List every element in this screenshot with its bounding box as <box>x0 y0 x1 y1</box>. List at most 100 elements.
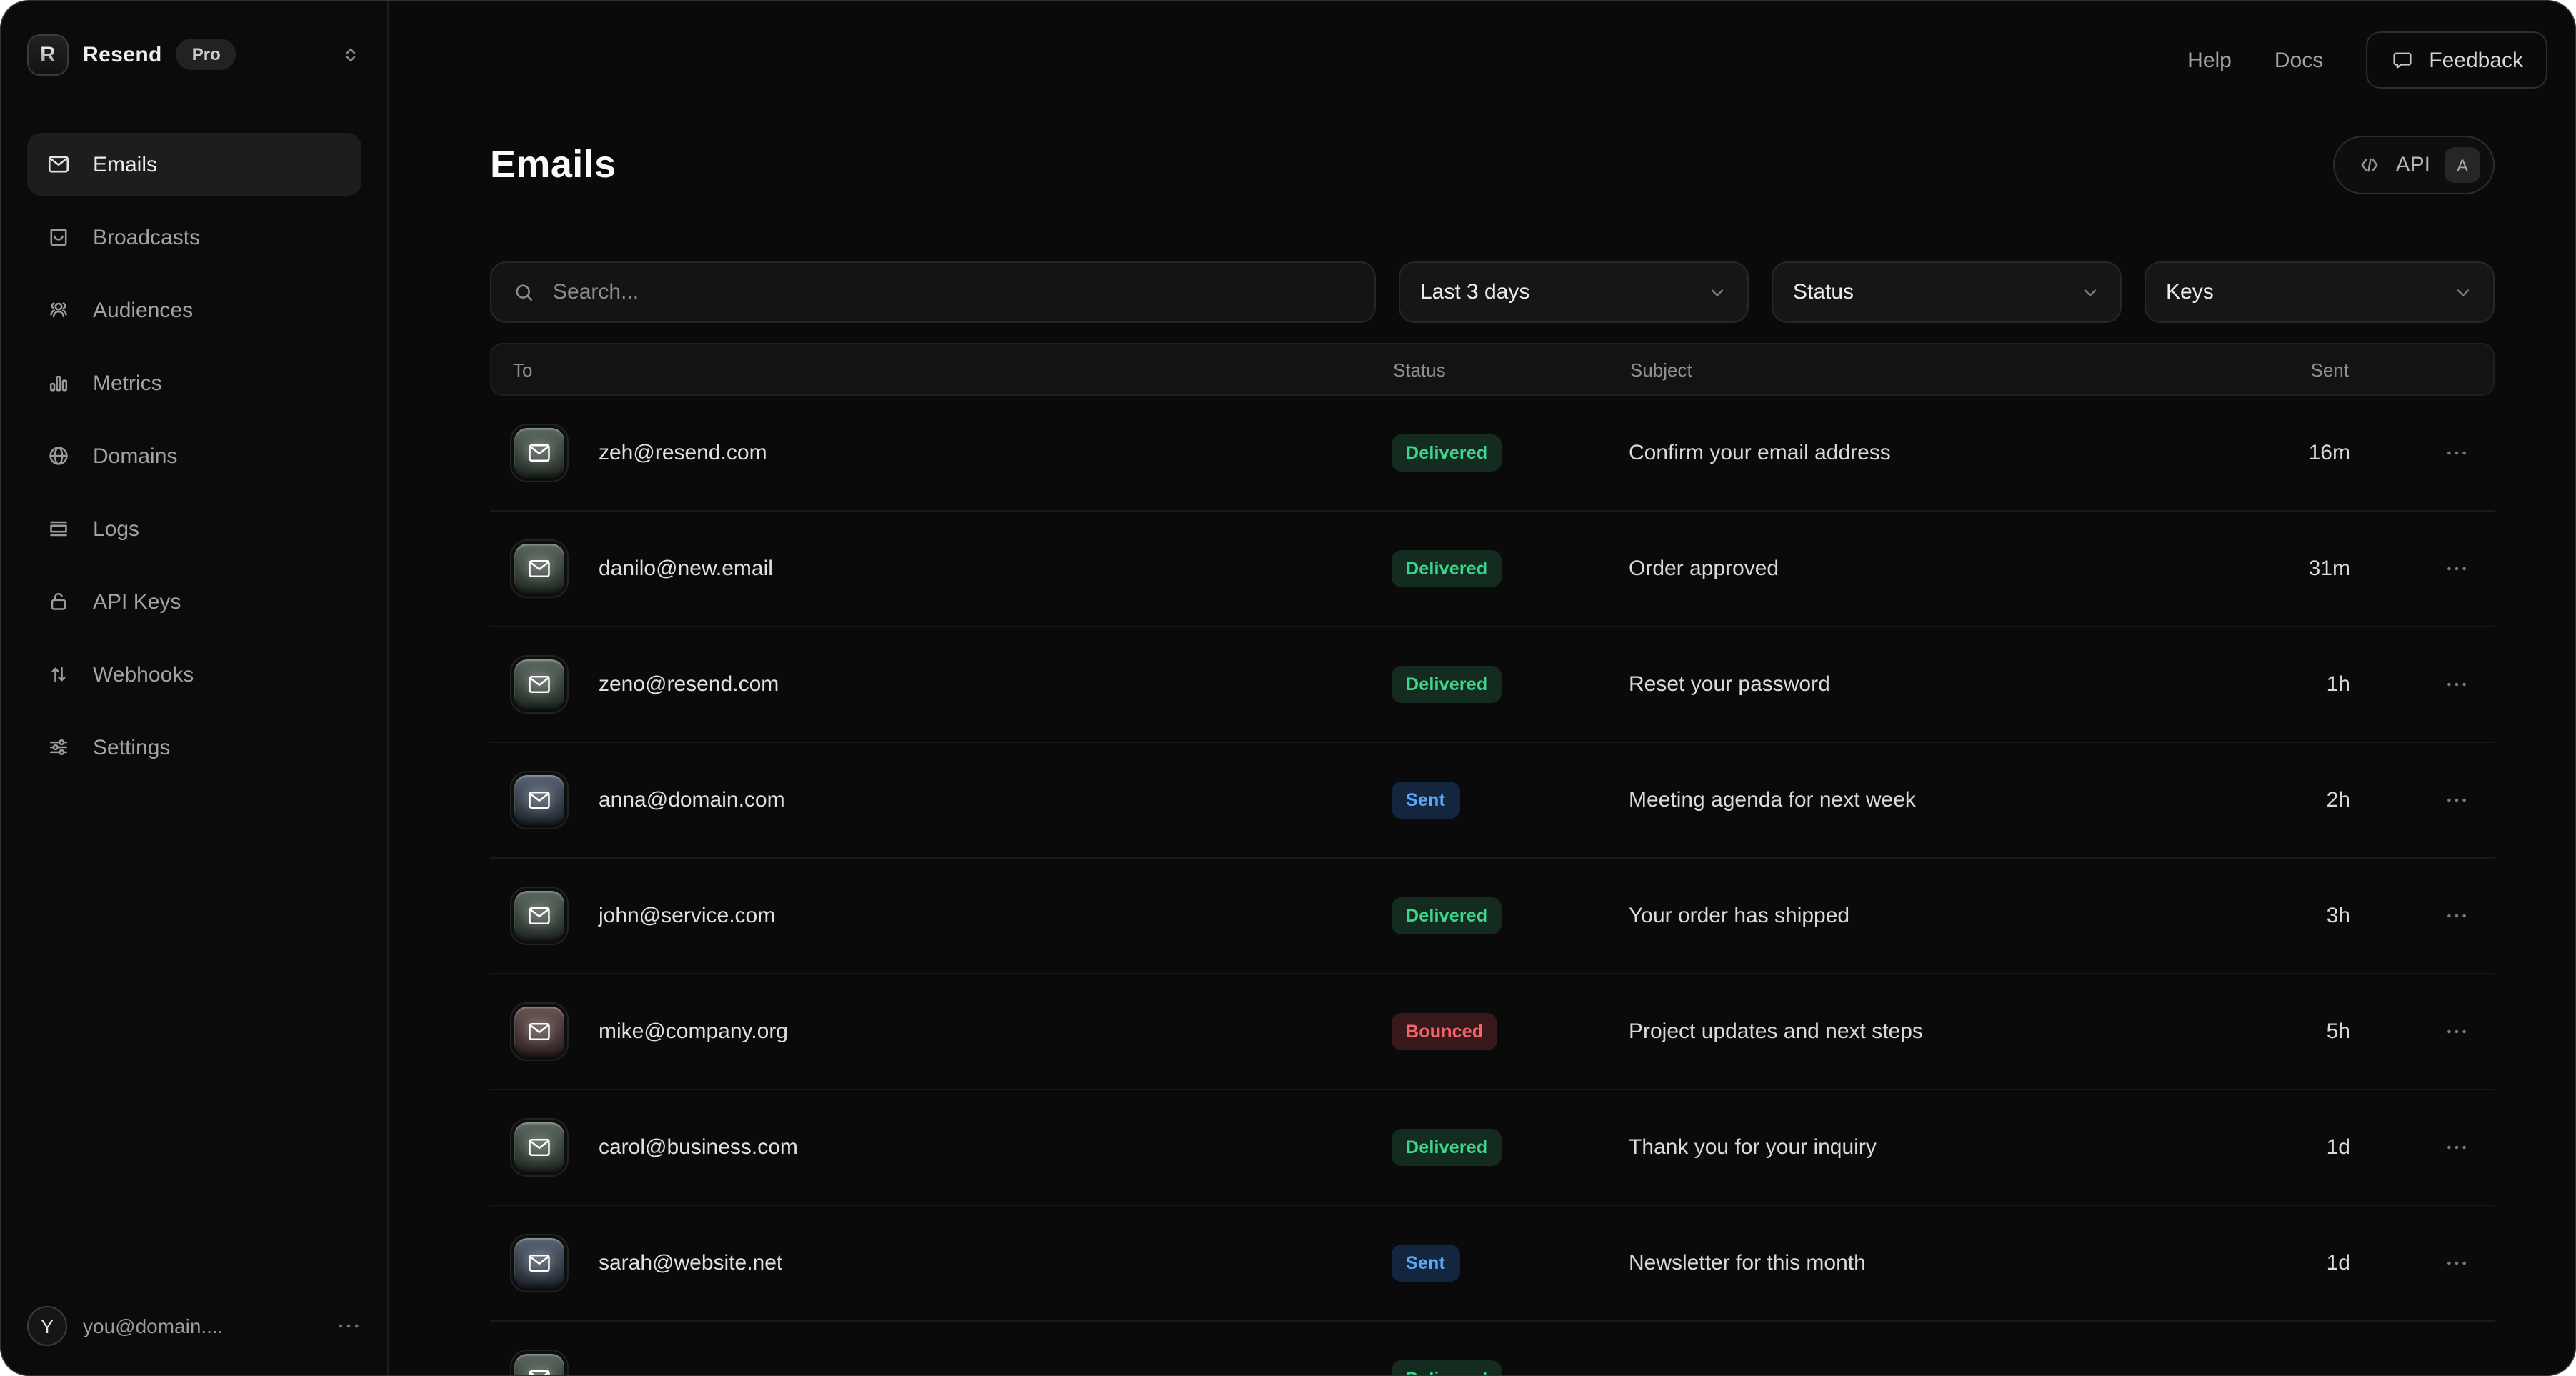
email-subject: Meeting agenda for next week <box>1629 788 1916 812</box>
recipient-email: zeh@resend.com <box>599 441 767 465</box>
column-header-sent: Sent <box>2311 359 2350 380</box>
row-menu-button[interactable] <box>2445 441 2473 465</box>
column-header-to: To <box>513 359 532 380</box>
sidebar-item-label: Emails <box>93 152 157 176</box>
sidebar-item-logs[interactable]: Logs <box>27 497 361 560</box>
speech-bubble-icon <box>2390 48 2415 72</box>
row-menu-button[interactable] <box>2445 904 2473 928</box>
table-row[interactable]: zeh@resend.com Delivered Confirm your emai… <box>490 396 2495 512</box>
email-envelope-icon <box>511 888 567 944</box>
search-box <box>490 261 1376 323</box>
resend-logo: R <box>27 34 69 75</box>
email-subject: Confirm your email address <box>1629 441 1891 465</box>
sidebar-item-metrics[interactable]: Metrics <box>27 352 361 414</box>
email-envelope-icon <box>511 1004 567 1060</box>
row-menu-button[interactable] <box>2445 1135 2473 1160</box>
sent-time: 16m <box>2309 441 2350 465</box>
keys-filter[interactable]: Keys <box>2145 261 2495 323</box>
status-badge: Delivered <box>1392 1360 1502 1376</box>
sidebar: R Resend Pro Emails Broadcasts Audiences Me… <box>1 1 389 1375</box>
sidebar-item-broadcasts[interactable]: Broadcasts <box>27 206 361 269</box>
sidebar-item-emails[interactable]: Emails <box>27 133 361 196</box>
email-subject: Order approved <box>1629 557 1779 581</box>
row-menu-button[interactable] <box>2445 672 2473 697</box>
sidebar-item-audiences[interactable]: Audiences <box>27 279 361 341</box>
email-subject: Newsletter for this month <box>1629 1251 1866 1275</box>
recipient-email: anna@domain.com <box>599 788 785 812</box>
email-envelope-icon <box>511 1120 567 1175</box>
table-row[interactable]: mike@company.orgBouncedProject updates a… <box>490 974 2495 1090</box>
recipient-email: carol@business.com <box>599 1135 798 1160</box>
table-row[interactable]: zeno@resend.comDeliveredReset your passw… <box>490 627 2495 743</box>
search-input[interactable] <box>553 280 1354 304</box>
table-header: To Status Subject Sent <box>490 343 2495 396</box>
status-badge: Bounced <box>1392 1013 1497 1050</box>
page-title: Emails <box>490 143 616 187</box>
sent-time: 5h <box>2327 1019 2350 1044</box>
workspace-switcher[interactable]: R Resend Pro <box>27 26 361 83</box>
table-row[interactable]: carol@business.comDeliveredThank you for… <box>490 1090 2495 1206</box>
mail-icon <box>46 151 71 177</box>
email-subject: Thank you for your inquiry <box>1629 1135 1877 1160</box>
sidebar-item-api-keys[interactable]: API Keys <box>27 570 361 633</box>
email-envelope-icon <box>511 541 567 597</box>
user-account-row[interactable]: Y you@domain.... <box>27 1300 361 1352</box>
docs-link[interactable]: Docs <box>2275 48 2323 72</box>
emails-table: To Status Subject Sent zeh@resend.com Del… <box>490 343 2495 1376</box>
date-range-filter-label: Last 3 days <box>1420 280 1529 304</box>
help-link[interactable]: Help <box>2187 48 2232 72</box>
email-envelope-icon <box>511 1351 567 1376</box>
sidebar-item-label: Domains <box>93 444 177 468</box>
row-menu-button[interactable] <box>2445 788 2473 812</box>
table-row[interactable]: sarah@website.netSentNewsletter for this… <box>490 1206 2495 1322</box>
lock-icon <box>46 589 71 614</box>
title-row: Emails API A <box>490 136 2495 194</box>
sidebar-item-domains[interactable]: Domains <box>27 424 361 487</box>
feedback-button[interactable]: Feedback <box>2366 31 2547 89</box>
api-button[interactable]: API A <box>2333 136 2495 194</box>
row-menu-button[interactable] <box>2445 1019 2473 1044</box>
email-subject: Project updates and next steps <box>1629 1019 1923 1044</box>
status-badge: Delivered <box>1392 434 1502 472</box>
sent-time: 31m <box>2309 557 2350 581</box>
status-badge: Delivered <box>1392 550 1502 587</box>
chevron-down-icon <box>2453 282 2473 302</box>
table-row[interactable]: anna@domain.comSentMeeting agenda for ne… <box>490 743 2495 859</box>
users-icon <box>46 297 71 323</box>
row-menu-button[interactable] <box>2445 557 2473 581</box>
sidebar-item-webhooks[interactable]: Webhooks <box>27 643 361 706</box>
email-envelope-icon <box>511 657 567 712</box>
recipient-email: zeno@resend.com <box>599 672 779 697</box>
row-menu-button[interactable] <box>2445 1367 2473 1376</box>
topbar: Help Docs Feedback <box>2187 31 2547 89</box>
table-row[interactable]: john@service.comDeliveredYour order has … <box>490 859 2495 974</box>
user-menu-button[interactable] <box>336 1313 361 1339</box>
sidebar-item-label: Metrics <box>93 371 162 395</box>
sent-time: 3h <box>2327 904 2350 928</box>
sent-time: 1d <box>2327 1251 2350 1275</box>
table-row[interactable]: danilo@new.email Delivered Order approved 3… <box>490 512 2495 627</box>
sidebar-item-label: API Keys <box>93 589 181 614</box>
api-button-label: API <box>2396 153 2430 177</box>
sidebar-item-settings[interactable]: Settings <box>27 716 361 779</box>
chevron-down-icon <box>1707 282 1727 302</box>
main-area: Help Docs Feedback Emails API A <box>389 1 2576 1375</box>
chart-icon <box>46 370 71 396</box>
table-body: zeh@resend.com Delivered Confirm your emai… <box>490 396 2495 1376</box>
sidebar-item-label: Settings <box>93 735 170 759</box>
sent-time: 1h <box>2327 672 2350 697</box>
date-range-filter[interactable]: Last 3 days <box>1399 261 1749 323</box>
content: Emails API A Last 3 days Status <box>389 136 2576 1376</box>
recipient-email: danilo@new.email <box>599 557 773 581</box>
chevron-down-icon <box>2080 282 2100 302</box>
table-row[interactable]: Delivered <box>490 1322 2495 1376</box>
sidebar-item-label: Webhooks <box>93 662 194 687</box>
sidebar-item-label: Logs <box>93 517 139 541</box>
app-window: R Resend Pro Emails Broadcasts Audiences Me… <box>0 0 2576 1376</box>
search-icon <box>511 279 537 305</box>
sent-time: 2h <box>2327 788 2350 812</box>
row-menu-button[interactable] <box>2445 1251 2473 1275</box>
status-filter[interactable]: Status <box>1772 261 2122 323</box>
sliders-icon <box>46 734 71 760</box>
sent-time: 1d <box>2327 1135 2350 1160</box>
